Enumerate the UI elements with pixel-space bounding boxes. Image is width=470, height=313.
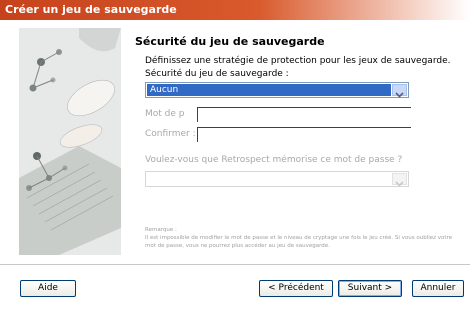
title-bar: Créer un jeu de sauvegarde: [0, 0, 470, 20]
confirm-password-field[interactable]: [197, 127, 411, 142]
security-label: Sécurité du jeu de sauvegarde :: [145, 69, 289, 79]
remember-password-select[interactable]: [145, 171, 409, 187]
remember-question: Voulez-vous que Retrospect mémorise ce m…: [145, 155, 403, 165]
security-selected-value: Aucun: [147, 84, 391, 96]
dropdown-arrow-button[interactable]: [392, 173, 407, 187]
dropdown-arrow-button[interactable]: [392, 84, 407, 98]
next-button[interactable]: Suivant >: [338, 280, 402, 297]
remark-title: Remarque :: [145, 227, 177, 233]
cancel-button[interactable]: Annuler: [412, 280, 464, 297]
chevron-down-icon: [395, 92, 404, 98]
section-heading: Sécurité du jeu de sauvegarde: [135, 35, 325, 48]
content-panel: Sécurité du jeu de sauvegarde Définissez…: [131, 32, 461, 262]
section-description: Définissez une stratégie de protection p…: [145, 56, 451, 66]
separator: [0, 264, 470, 266]
password-field[interactable]: [197, 107, 411, 122]
previous-button[interactable]: < Précédent: [259, 280, 333, 297]
window-title: Créer un jeu de sauvegarde: [5, 3, 177, 16]
molecule-keyboard-illustration-icon: [19, 28, 121, 255]
password-label: Mot de p: [145, 109, 185, 119]
help-button[interactable]: Aide: [20, 280, 76, 297]
wizard-dialog: Sécurité du jeu de sauvegarde Définissez…: [0, 20, 470, 313]
security-select[interactable]: Aucun: [145, 82, 409, 98]
confirm-label: Confirmer :: [145, 129, 196, 139]
remark-text: Il est impossible de modifier le mot de …: [145, 235, 453, 249]
chevron-down-icon: [395, 181, 404, 187]
decorative-sidebar-image: [19, 28, 121, 255]
